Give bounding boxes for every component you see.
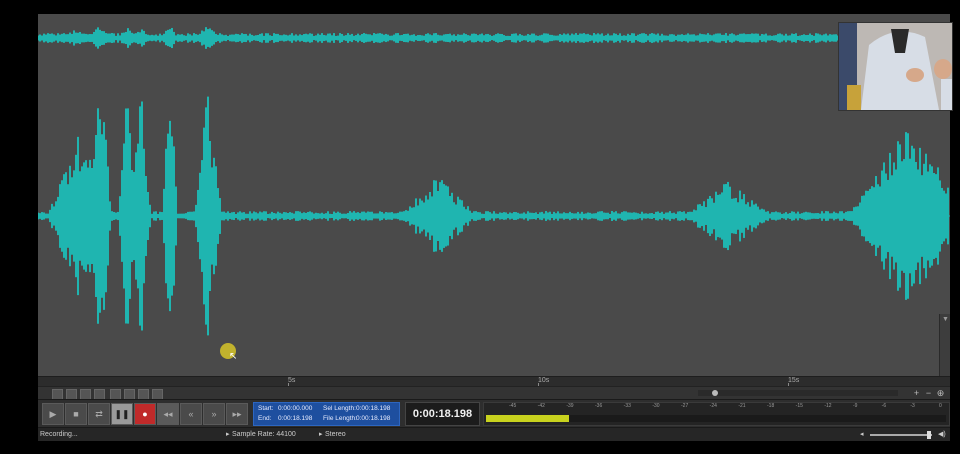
go-to-end-button[interactable]: ▸▸ bbox=[226, 403, 248, 425]
stop-icon: ■ bbox=[73, 409, 78, 419]
go-to-start-button[interactable]: ◂◂ bbox=[157, 403, 179, 425]
volume-slider[interactable] bbox=[870, 434, 932, 436]
timeline-label-10s: 10s bbox=[538, 377, 549, 384]
volume-down-icon[interactable]: ◂ bbox=[860, 428, 864, 441]
loop-icon: ⇄ bbox=[95, 409, 103, 419]
record-icon: ● bbox=[142, 409, 147, 419]
meter-scale-label: -45 bbox=[509, 403, 516, 409]
meter-scale-label: -42 bbox=[538, 403, 545, 409]
current-time-display: 0:00:18.198 bbox=[405, 402, 480, 426]
meter-scale-label: -3 bbox=[910, 403, 914, 409]
scroll-down-icon[interactable]: ▼ bbox=[942, 316, 949, 323]
volume-slider-thumb[interactable] bbox=[927, 431, 931, 439]
meter-scale-label: -36 bbox=[595, 403, 602, 409]
transport-bar: ▶ ■ ⇄ ❚❚ ● ◂◂ « » ▸▸ Start: 0:00:00.000 … bbox=[38, 399, 950, 428]
file-length-value: 0:00:18.198 bbox=[356, 415, 390, 422]
end-value[interactable]: 0:00:18.198 bbox=[278, 415, 312, 422]
rewind-button[interactable]: « bbox=[180, 403, 202, 425]
pause-icon: ❚❚ bbox=[114, 409, 129, 419]
meter-scale-label: -12 bbox=[824, 403, 831, 409]
meter-scale-label: -9 bbox=[853, 403, 857, 409]
meter-level-fill bbox=[486, 415, 569, 422]
meter-scale-label: -39 bbox=[566, 403, 573, 409]
meter-scale-label: -21 bbox=[738, 403, 745, 409]
meter-track bbox=[486, 415, 946, 422]
file-length-label: File Length: bbox=[323, 415, 357, 422]
go-to-end-icon: ▸▸ bbox=[232, 409, 241, 419]
zoom-in-icon[interactable]: + bbox=[912, 389, 921, 398]
meter-scale-label: -33 bbox=[624, 403, 631, 409]
timeline-label-5s: 5s bbox=[288, 377, 295, 384]
edit-toolbar: + − ⊕ bbox=[38, 386, 950, 400]
meter-scale-label: -18 bbox=[767, 403, 774, 409]
webcam-overlay bbox=[838, 22, 953, 111]
waveform-view[interactable]: ▼ bbox=[38, 14, 950, 376]
start-value[interactable]: 0:00:00.000 bbox=[278, 405, 312, 412]
speaker-icon[interactable]: ◀) bbox=[938, 428, 946, 441]
sample-rate[interactable]: Sample Rate: 44100 bbox=[232, 428, 296, 441]
meter-scale-label: -27 bbox=[681, 403, 688, 409]
recording-status: Recording... bbox=[40, 428, 78, 441]
channel-2-waveform bbox=[38, 97, 948, 336]
channel-mode[interactable]: Stereo bbox=[325, 428, 346, 441]
meter-scale-label: -6 bbox=[882, 403, 886, 409]
sample-rate-arrow-icon[interactable]: ▸ bbox=[226, 428, 230, 441]
go-to-start-icon: ◂◂ bbox=[163, 409, 172, 419]
meter-scale-label: 0 bbox=[939, 403, 942, 409]
channel-1-waveform bbox=[38, 27, 948, 49]
fast-forward-button[interactable]: » bbox=[203, 403, 225, 425]
zoom-out-icon[interactable]: − bbox=[924, 389, 933, 398]
webcam-person-image bbox=[839, 23, 952, 110]
zoom-fit-icon[interactable]: ⊕ bbox=[936, 389, 945, 398]
vertical-scrollbar[interactable]: ▼ bbox=[939, 314, 950, 376]
timeline-label-15s: 15s bbox=[788, 377, 799, 384]
sel-length-value: 0:00:18.198 bbox=[356, 405, 390, 412]
end-label: End: bbox=[258, 415, 271, 422]
selection-info-panel: Start: 0:00:00.000 Sel Length: 0:00:18.1… bbox=[253, 402, 400, 426]
loop-button[interactable]: ⇄ bbox=[88, 403, 110, 425]
fast-forward-icon: » bbox=[211, 409, 216, 419]
meter-scale-label: -15 bbox=[796, 403, 803, 409]
status-bar: Recording... ▸ Sample Rate: 44100 ▸ Ster… bbox=[38, 427, 950, 441]
pause-button[interactable]: ❚❚ bbox=[111, 403, 133, 425]
scroll-thumb[interactable] bbox=[712, 390, 718, 396]
channels-arrow-icon[interactable]: ▸ bbox=[319, 428, 323, 441]
meter-scale-label: -24 bbox=[710, 403, 717, 409]
horizontal-scrollbar[interactable] bbox=[698, 390, 898, 396]
level-meter: -45 -42 -39 -36 -33 -30 -27 -24 -21 -18 -15 -12 -9 -6… bbox=[483, 402, 950, 426]
sel-length-label: Sel Length: bbox=[323, 405, 356, 412]
rewind-icon: « bbox=[188, 409, 193, 419]
start-label: Start: bbox=[258, 405, 274, 412]
stop-button[interactable]: ■ bbox=[65, 403, 87, 425]
meter-scale-label: -30 bbox=[652, 403, 659, 409]
record-button[interactable]: ● bbox=[134, 403, 156, 425]
play-button[interactable]: ▶ bbox=[42, 403, 64, 425]
play-icon: ▶ bbox=[50, 409, 57, 419]
mouse-cursor-icon: ↖ bbox=[229, 351, 237, 362]
audio-editor-window: ▼ 5s 10s 15s + − ⊕ ▶ ■ ⇄ ❚❚ ● ◂◂ « » ▸▸ bbox=[38, 14, 950, 440]
waveform-graph bbox=[38, 14, 950, 376]
